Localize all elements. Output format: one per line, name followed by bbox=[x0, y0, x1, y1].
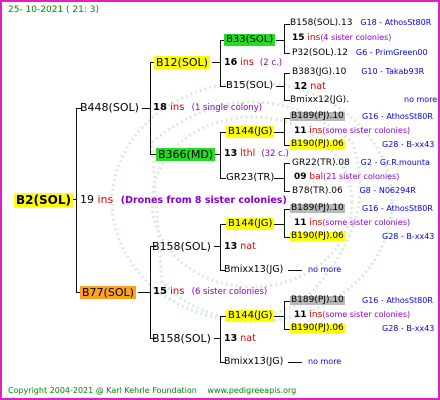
queen-b15-sire: B383(JG).10 G10 - Takab93R bbox=[292, 67, 425, 77]
queen-gr23-sire: GR22(TR).08 G2 - Gr.R.mounta bbox=[292, 158, 430, 168]
queen-b158a-summary: 13 nat bbox=[224, 241, 256, 252]
queen-b144-node: B144(JG) bbox=[226, 126, 275, 138]
queen-b33-dam: P32(SOL).12 G6 - PrimGreen00 bbox=[292, 48, 428, 58]
queen-b158a-node: B158(SOL) bbox=[152, 240, 211, 253]
queen-gr23-summary: 09 bal(21 sister colonies) bbox=[294, 172, 400, 182]
queen-b12-node: B12(SOL) bbox=[154, 56, 210, 69]
queen-b12-summary: 16 ins (2 c.) bbox=[224, 57, 283, 68]
root-queen-node: B2(SOL) bbox=[14, 193, 73, 207]
queen-b144b-summary: 11 ins(some sister colonies) bbox=[294, 218, 411, 228]
queen-b366-node: B366(MD) bbox=[156, 148, 216, 161]
queen-b366-summary: 13 lthl (32 c.) bbox=[224, 148, 289, 159]
queen-b144-dam-code: G28 - B-xx43 bbox=[382, 140, 435, 149]
father-queen-node: B77(SOL) bbox=[80, 286, 136, 299]
queen-b144c-dam-code: G28 - B-xx43 bbox=[382, 324, 435, 333]
queen-b158b-node: B158(SOL) bbox=[152, 332, 211, 345]
queen-bmixx13b-code: no more bbox=[308, 357, 342, 366]
queen-bmixx13a-node: Bmixx13(JG) bbox=[224, 264, 284, 275]
queen-gr23-dam: B78(TR).06 G8 - N06294R bbox=[292, 186, 416, 196]
queen-b158b-summary: 13 nat bbox=[224, 333, 256, 344]
queen-b144b-node: B144(JG) bbox=[226, 218, 275, 230]
queen-bmixx13b-node: Bmixx13(JG) bbox=[224, 356, 284, 367]
queen-b144c-sire: B189(PJ).10 bbox=[290, 295, 345, 305]
queen-b15-node: B15(SOL) bbox=[226, 80, 274, 91]
mother-queen-summary: 18 ins (1 single colony) bbox=[153, 102, 263, 113]
pedigree-frame: 25- 10-2021 ( 21: 3) B2(SOL) 19 ins (Dro… bbox=[0, 0, 440, 400]
queen-b144-sire: B189(PJ).10 bbox=[290, 111, 345, 121]
queen-b144-summary: 11 ins(some sister colonies) bbox=[294, 126, 411, 136]
queen-b144c-node: B144(JG) bbox=[226, 310, 275, 322]
queen-b33-sire: B158(SOL).13 G18 - AthosSt80R bbox=[290, 18, 432, 28]
print-date: 25- 10-2021 ( 21: 3) bbox=[8, 5, 99, 15]
queen-b144-sire-code: G16 - AthosSt80R bbox=[362, 112, 433, 121]
father-queen-summary: 15 ins (6 sister colonies) bbox=[153, 286, 268, 297]
queen-b15-dam-code: no more bbox=[404, 95, 438, 104]
queen-gr23-node: GR23(TR) bbox=[226, 172, 275, 183]
queen-bmixx13a-code: no more bbox=[308, 265, 342, 274]
queen-b144c-summary: 11 ins(some sister colonies) bbox=[294, 310, 411, 320]
queen-b15-summary: 12 nat bbox=[294, 81, 326, 92]
queen-b144b-sire-code: G16 - AthosSt80R bbox=[362, 204, 433, 213]
queen-b15-dam: Bmixx12(JG). bbox=[290, 95, 350, 105]
queen-b144c-dam: B190(PJ).06 bbox=[290, 323, 345, 333]
queen-b144c-sire-code: G16 - AthosSt80R bbox=[362, 296, 433, 305]
queen-b144-dam: B190(PJ).06 bbox=[290, 139, 345, 149]
copyright-text: Copyright 2004-2021 @ Karl Kehrle Founda… bbox=[8, 386, 197, 395]
queen-b33-summary: 15 ins(4 sister colonies) bbox=[292, 33, 392, 43]
queen-b144b-dam: B190(PJ).06 bbox=[290, 231, 345, 241]
mother-queen-node: B448(SOL) bbox=[80, 101, 139, 114]
queen-b144b-dam-code: G28 - B-xx43 bbox=[382, 232, 435, 241]
website-link[interactable]: www.pedigreeapis.org bbox=[207, 386, 296, 395]
root-queen-summary: 19 ins (Drones from 8 sister colonies) bbox=[80, 193, 287, 206]
queen-b144b-sire: B189(PJ).10 bbox=[290, 203, 345, 213]
footer: Copyright 2004-2021 @ Karl Kehrle Founda… bbox=[8, 387, 296, 395]
queen-b33-node: B33(SOL) bbox=[224, 34, 276, 46]
